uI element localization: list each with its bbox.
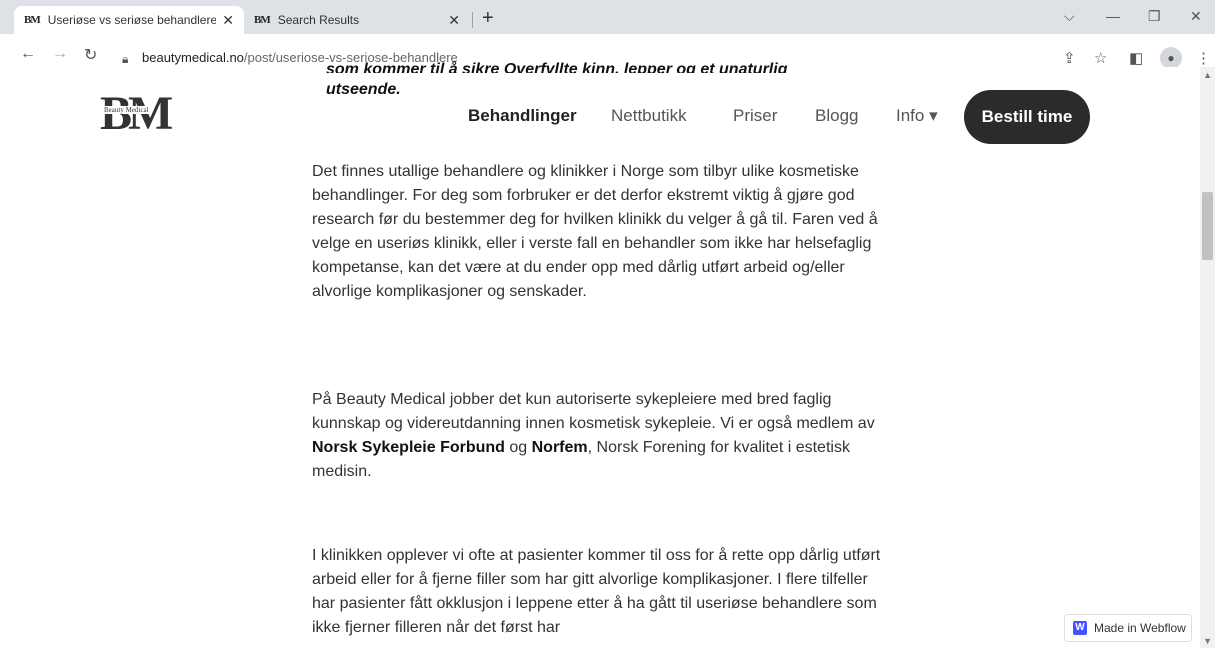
menu-kebab-icon[interactable]: ⋮	[1196, 49, 1211, 67]
url-domain: beautymedical.no	[142, 50, 244, 65]
minimize-icon[interactable]: —	[1106, 8, 1120, 24]
bm-favicon-icon: BM	[254, 14, 271, 26]
bookmark-star-icon[interactable]: ☆	[1094, 49, 1107, 67]
lock-icon[interactable]: 🔒︎	[122, 52, 128, 67]
forward-icon[interactable]: →	[52, 45, 68, 63]
nav-priser[interactable]: Priser	[733, 106, 777, 126]
back-icon[interactable]: ←	[20, 45, 36, 63]
article-heading-partial: som kommer til å sikre Overfyllte kinn, …	[326, 61, 787, 101]
norfem-link[interactable]: Norfem	[532, 439, 588, 456]
tab-separator	[472, 12, 473, 28]
site-logo[interactable]: BM Beauty Medical	[100, 86, 173, 144]
side-panel-icon[interactable]: ◧	[1129, 49, 1143, 67]
scroll-down-arrow-icon[interactable]: ▼	[1203, 636, 1212, 646]
article-paragraph-2: På Beauty Medical jobber det kun autoris…	[312, 388, 892, 484]
heading-line: utseende.	[326, 81, 401, 98]
nav-nettbutikk[interactable]: Nettbutikk	[611, 106, 687, 126]
article-paragraph-3: I klinikken opplever vi ofte at pasiente…	[312, 547, 881, 636]
nav-blogg[interactable]: Blogg	[815, 106, 858, 126]
tab-bar: BM Useriøse vs seriøse behandlere - ✕ BM…	[0, 0, 1215, 34]
bm-favicon-icon: BM	[24, 14, 41, 26]
nav-info[interactable]: Info ▾	[896, 106, 938, 126]
tab-search-results[interactable]: BM Search Results ✕	[244, 6, 470, 34]
heading-cut-line: som kommer til å sikre Overfyllte kinn, …	[326, 61, 788, 73]
tab-search-chevron-icon[interactable]: ⌵	[1064, 8, 1075, 25]
scrollbar[interactable]	[1200, 67, 1215, 648]
tab-active[interactable]: BM Useriøse vs seriøse behandlere - ✕	[14, 6, 244, 34]
restore-icon[interactable]: ❐	[1148, 8, 1161, 25]
book-appointment-button[interactable]: Bestill time	[964, 90, 1090, 144]
scroll-up-arrow-icon[interactable]: ▲	[1203, 70, 1212, 80]
window-close-icon[interactable]: ✕	[1190, 8, 1202, 25]
share-icon[interactable]: ⇪	[1063, 49, 1076, 67]
norsk-sykepleie-forbund-link[interactable]: Norsk Sykepleie Forbund	[312, 439, 505, 456]
scrollbar-thumb[interactable]	[1202, 192, 1213, 260]
made-in-webflow-badge[interactable]: W Made in Webflow	[1064, 614, 1192, 642]
reload-icon[interactable]: ↻	[84, 45, 97, 65]
article-paragraph-1: Det finnes utallige behandlere og klinik…	[312, 163, 878, 300]
new-tab-button[interactable]: +	[482, 8, 494, 28]
logo-mark: BM	[100, 86, 173, 142]
webflow-logo-icon: W	[1073, 621, 1087, 635]
nav-behandlinger[interactable]: Behandlinger	[468, 106, 577, 126]
badge-label: Made in Webflow	[1094, 621, 1186, 635]
logo-subtitle: Beauty Medical	[103, 106, 150, 114]
close-icon[interactable]: ✕	[448, 12, 460, 29]
tab-title: Useriøse vs seriøse behandlere -	[47, 13, 217, 27]
paragraph-text: og	[504, 439, 532, 456]
paragraph-text: På Beauty Medical jobber det kun autoris…	[312, 391, 875, 432]
profile-avatar-icon[interactable]: ●	[1160, 47, 1182, 69]
tab-title: Search Results	[277, 13, 360, 27]
close-icon[interactable]: ✕	[222, 12, 234, 29]
